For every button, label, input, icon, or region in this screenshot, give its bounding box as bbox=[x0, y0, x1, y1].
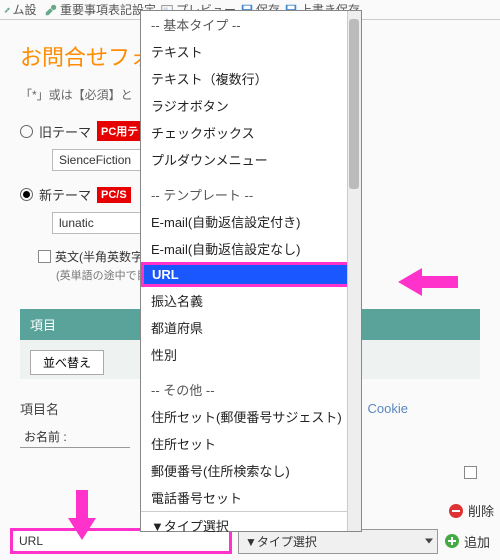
wrench-icon bbox=[44, 3, 58, 17]
cookie-label: Cookie bbox=[368, 401, 408, 416]
delete-icon bbox=[448, 503, 464, 519]
delete-button[interactable]: 削除 bbox=[448, 501, 494, 520]
add-icon bbox=[444, 533, 460, 549]
dropdown-item bbox=[141, 368, 361, 376]
dropdown-item[interactable]: 郵便番号(住所検索なし) bbox=[141, 457, 361, 484]
sort-button[interactable]: 並べ替え bbox=[30, 350, 104, 375]
add-button[interactable]: 追加 bbox=[444, 532, 490, 551]
english-checkbox-label: 英文(半角英数字) bbox=[55, 248, 147, 265]
dropdown-item[interactable]: -- その他 -- bbox=[141, 376, 361, 403]
dropdown-item[interactable]: 住所セット(郵便番号サジェスト) bbox=[141, 403, 361, 430]
dropdown-item[interactable]: 電話番号セット bbox=[141, 484, 361, 511]
dropdown-item[interactable]: チェックボックス bbox=[141, 119, 361, 146]
old-theme-badge: PC用テ bbox=[97, 121, 142, 141]
new-theme-badge: PC/S bbox=[97, 187, 131, 203]
dropdown-item[interactable]: テキスト bbox=[141, 38, 361, 65]
dropdown-item[interactable]: -- 基本タイプ -- bbox=[141, 11, 361, 38]
annotation-arrow-right bbox=[398, 264, 458, 300]
toolbar-label: ォーム設定 bbox=[12, 0, 40, 20]
dropdown-item[interactable]: -- テンプレート -- bbox=[141, 181, 361, 208]
old-theme-label: 旧テーマ bbox=[39, 122, 91, 141]
dropdown-item[interactable]: プルダウンメニュー bbox=[141, 146, 361, 173]
dropdown-item[interactable]: E-mail(自動返信設定なし) bbox=[141, 235, 361, 262]
old-theme-radio[interactable] bbox=[20, 125, 33, 138]
dropdown-item-selected[interactable]: URL bbox=[141, 262, 361, 287]
dropdown-item[interactable]: 振込名義 bbox=[141, 287, 361, 314]
new-theme-radio[interactable] bbox=[20, 188, 33, 201]
dropdown-item[interactable]: ▼タイプ選択 bbox=[141, 511, 361, 539]
annotation-arrow-down bbox=[64, 490, 100, 540]
item-name-label: 項目名 bbox=[20, 399, 74, 418]
dropdown-item[interactable]: 性別 bbox=[141, 341, 361, 368]
toolbar-form-settings[interactable]: ォーム設定 bbox=[4, 0, 40, 20]
item-name-value[interactable]: お名前 : bbox=[20, 426, 130, 448]
scroll-thumb[interactable] bbox=[349, 19, 359, 189]
dropdown-scrollbar[interactable] bbox=[347, 11, 361, 531]
dropdown-item[interactable]: E-mail(自動返信設定付き) bbox=[141, 208, 361, 235]
dropdown-item[interactable]: テキスト（複数行） bbox=[141, 65, 361, 92]
type-dropdown[interactable]: -- 基本タイプ --テキストテキスト（複数行）ラジオボタンチェックボックスプル… bbox=[140, 10, 362, 532]
dropdown-item[interactable]: 都道府県 bbox=[141, 314, 361, 341]
dropdown-item[interactable]: ラジオボタン bbox=[141, 92, 361, 119]
cookie-checkbox[interactable] bbox=[464, 466, 477, 479]
english-checkbox[interactable] bbox=[38, 250, 51, 263]
dropdown-item bbox=[141, 173, 361, 181]
dropdown-item[interactable]: 住所セット bbox=[141, 430, 361, 457]
wrench-icon bbox=[4, 3, 10, 17]
new-theme-label: 新テーマ bbox=[39, 185, 91, 204]
